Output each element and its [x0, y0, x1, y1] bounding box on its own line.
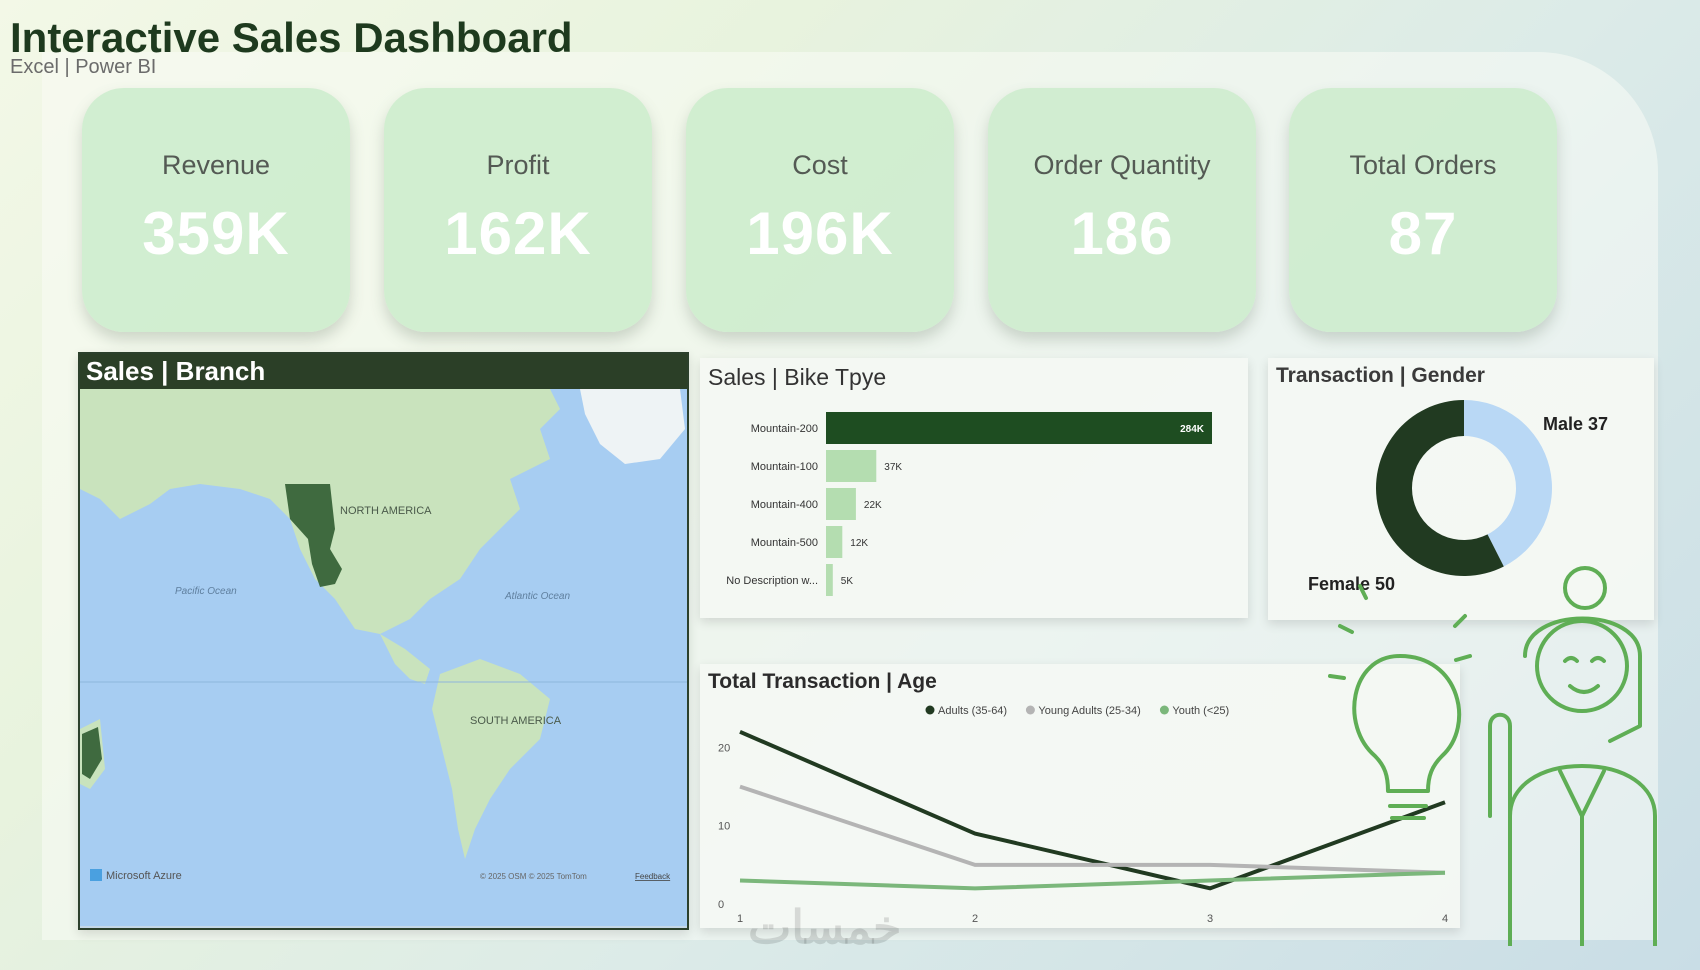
kpi-label: Total Orders	[1349, 150, 1497, 180]
x-tick-label: 3	[1207, 913, 1213, 925]
bar	[826, 564, 833, 596]
page-title: Interactive Sales Dashboard	[10, 14, 573, 61]
kpi-label: Profit	[486, 150, 550, 180]
y-tick-label: 20	[718, 742, 730, 754]
north-america-label: NORTH AMERICA	[340, 505, 432, 517]
bar-category-label: Mountain-500	[751, 537, 818, 549]
legend-marker	[1025, 705, 1035, 715]
kpi-value: 359K	[142, 200, 290, 267]
map-attribution-left: Microsoft Azure	[106, 870, 182, 882]
bar	[826, 526, 843, 558]
kpi-card-revenue[interactable]: Revenue 359K	[82, 88, 350, 332]
bar	[826, 412, 1212, 444]
y-tick-label: 10	[718, 821, 730, 833]
map-attribution-right: © 2025 OSM © 2025 TomTom	[480, 872, 587, 881]
bar-data-label: 12K	[850, 538, 868, 549]
x-tick-label: 2	[972, 913, 978, 925]
bar-data-label: 5K	[841, 576, 854, 587]
south-america-label: SOUTH AMERICA	[470, 715, 562, 727]
legend-marker	[1159, 705, 1169, 715]
page-subtitle: Excel | Power BI	[10, 56, 157, 78]
kpi-card-total-orders[interactable]: Total Orders 87	[1289, 88, 1557, 332]
x-tick-label: 1	[737, 913, 743, 925]
map-svg[interactable]: NORTH AMERICA SOUTH AMERICA Pacific Ocea…	[80, 389, 687, 926]
atlantic-ocean-label: Atlantic Ocean	[504, 591, 570, 602]
bar	[826, 450, 877, 482]
legend-label: Adults (35-64)	[938, 705, 1007, 717]
donut-data-label: Male 37	[1543, 414, 1608, 434]
kpi-value: 196K	[746, 200, 894, 267]
legend-label: Youth (<25)	[1172, 705, 1229, 717]
legend-marker	[925, 705, 935, 715]
map-feedback-link[interactable]: Feedback	[635, 872, 671, 881]
dashboard-page: Interactive Sales Dashboard Excel | Powe…	[0, 0, 1700, 970]
kpi-label: Order Quantity	[1033, 150, 1211, 180]
legend-label: Young Adults (25-34)	[1038, 705, 1140, 717]
azure-logo-icon	[90, 869, 102, 881]
kpi-label: Cost	[792, 150, 848, 180]
kpi-card-profit[interactable]: Profit 162K	[384, 88, 652, 332]
watermark: خمسات	[748, 901, 902, 953]
lightbulb-icon	[1352, 654, 1462, 793]
kpi-value: 87	[1388, 200, 1458, 267]
businesswoman-illustration	[1328, 566, 1657, 946]
kpi-card-cost[interactable]: Cost 196K	[686, 88, 954, 332]
bar-category-label: Mountain-200	[751, 423, 818, 435]
map-title: Sales | Branch	[80, 354, 687, 389]
y-tick-label: 0	[718, 899, 724, 911]
thumbs-up-icon	[1488, 712, 1512, 818]
bike-type-panel[interactable]: Sales | Bike Tpye Mountain-200 284K Mounta…	[700, 358, 1248, 618]
bar-category-label: No Description w...	[726, 575, 818, 587]
kpi-value: 186	[1070, 200, 1174, 267]
bar	[826, 488, 856, 520]
bike-type-bar-chart[interactable]: Mountain-200 284K Mountain-100 37K Mountain-…	[700, 358, 1248, 618]
kpi-card-order-quantity[interactable]: Order Quantity 186	[988, 88, 1256, 332]
kpi-value: 162K	[444, 200, 592, 267]
bar-data-label: 284K	[1180, 424, 1205, 435]
bar-category-label: Mountain-100	[751, 461, 818, 473]
map-panel[interactable]: Sales | Branch NORTH AMERICA SOUTH AMERI…	[78, 352, 689, 930]
pacific-ocean-label: Pacific Ocean	[175, 586, 237, 597]
sales-branch-map[interactable]: NORTH AMERICA SOUTH AMERICA Pacific Ocea…	[80, 389, 687, 926]
bar-category-label: Mountain-400	[751, 499, 818, 511]
kpi-label: Revenue	[161, 150, 271, 180]
face-outline	[1535, 619, 1629, 713]
bar-data-label: 37K	[884, 462, 902, 473]
bar-data-label: 22K	[864, 500, 882, 511]
hair-bun	[1563, 566, 1607, 610]
